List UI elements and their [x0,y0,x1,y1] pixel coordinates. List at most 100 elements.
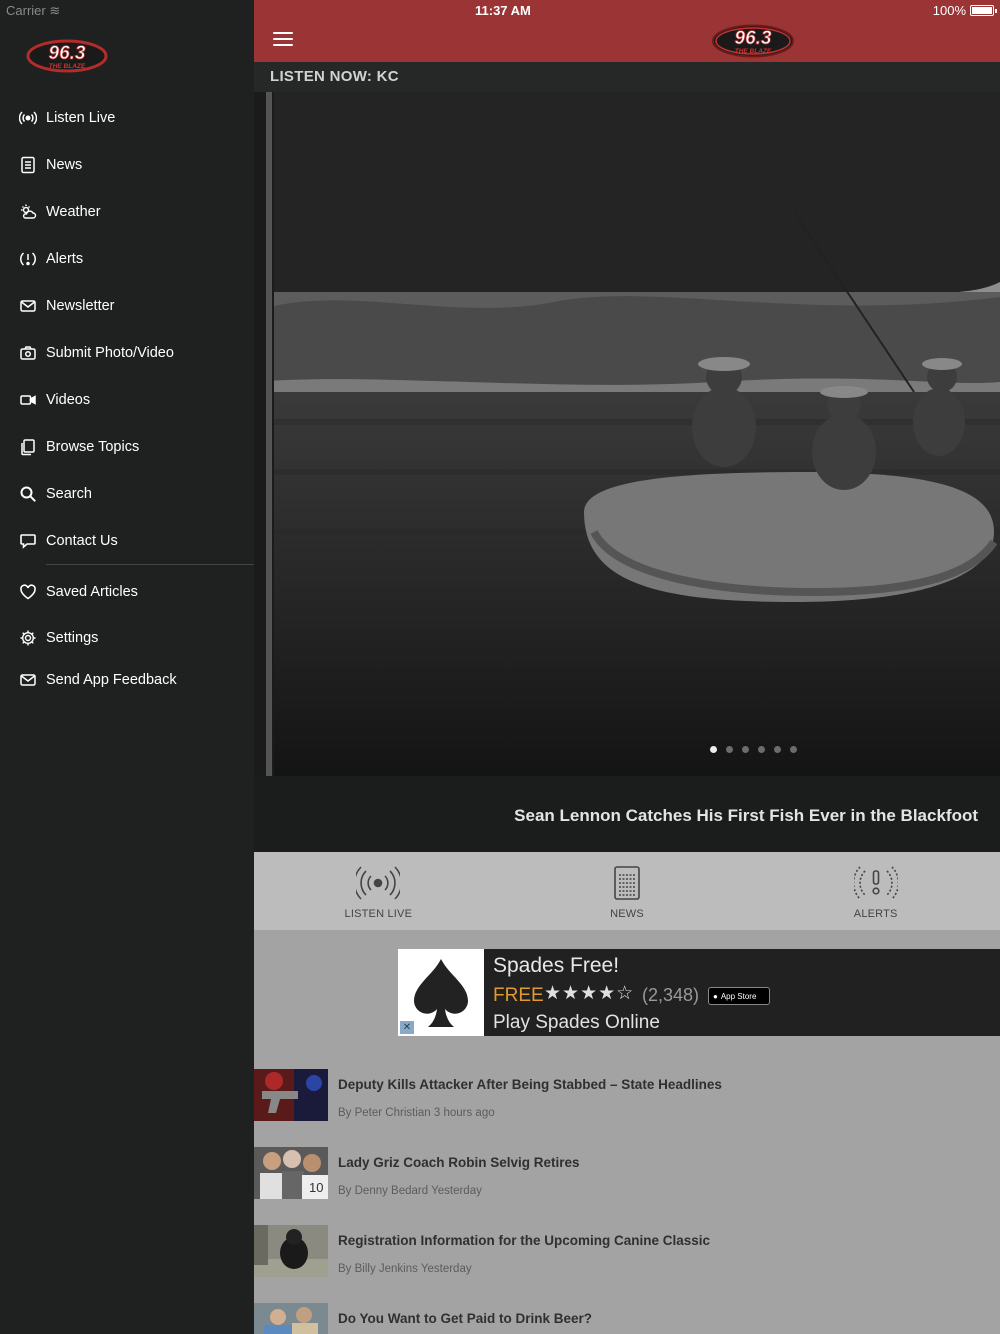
article-title: Deputy Kills Attacker After Being Stabbe… [338,1077,722,1092]
hero-image [254,92,1000,776]
broadcast-icon [19,109,37,127]
sidebar-item-submit-photo-video[interactable]: Submit Photo/Video [0,329,254,376]
hero-slideshow[interactable] [254,92,1000,776]
app-store-badge[interactable]: ● App Store [708,987,770,1005]
document-icon [614,866,640,900]
slide-dot[interactable] [758,746,765,753]
status-time: 11:37 AM [475,3,531,18]
wifi-icon: ≋ [49,3,61,18]
weather-icon [19,203,37,221]
article-row[interactable]: 10 Lady Griz Coach Robin Selvig Retires … [254,1147,1000,1211]
chat-icon [19,532,37,550]
sidebar-item-alerts[interactable]: Alerts [0,235,254,282]
slide-dot[interactable] [790,746,797,753]
slide-dot[interactable] [726,746,733,753]
apple-icon: ● [713,991,718,1001]
sidebar-item-label: Alerts [46,250,84,267]
article-row[interactable]: Do You Want to Get Paid to Drink Beer? [254,1303,1000,1334]
sidebar-item-label: Browse Topics [46,438,140,455]
listen-now-label: LISTEN NOW: KC [270,68,399,85]
hero-caption-text: Sean Lennon Catches His First Fish Ever … [514,806,978,825]
gear-icon [19,629,37,647]
article-title: Lady Griz Coach Robin Selvig Retires [338,1155,580,1170]
status-carrier: Carrier ≋ [6,3,61,18]
svg-text:THE BLAZE: THE BLAZE [735,48,772,55]
sidebar-item-news[interactable]: News [0,141,254,188]
ad-subtitle: Play Spades Online [493,1012,660,1033]
battery-icon [970,5,997,16]
sidebar-divider [46,564,254,565]
article-thumbnail [254,1303,328,1334]
listen-now-bar[interactable]: LISTEN NOW: KC [254,62,1000,92]
sidebar-item-label: Listen Live [46,109,116,126]
sidebar-item-newsletter[interactable]: Newsletter [0,282,254,329]
article-thumbnail [254,1069,328,1121]
slide-dot[interactable] [774,746,781,753]
sidebar-item-search[interactable]: Search [0,470,254,517]
svg-text:THE BLAZE: THE BLAZE [49,63,86,70]
app-header: 96.3 THE BLAZE [254,0,1000,62]
hamburger-menu-icon[interactable] [273,32,293,48]
quick-news-button[interactable]: NEWS [503,852,752,930]
ad-price: FREE [493,985,544,1006]
camera-icon [19,344,37,362]
ad-title: Spades Free! [493,954,620,977]
article-row[interactable]: Deputy Kills Attacker After Being Stabbe… [254,1069,1000,1133]
heart-icon [19,583,37,601]
main-content: 96.3 THE BLAZE LISTEN NOW: KC Sean Lenno… [254,0,1000,1334]
svg-text:96.3: 96.3 [49,43,86,64]
slide-dot[interactable] [710,746,717,753]
document-icon [19,156,37,174]
sidebar-item-label: Videos [46,391,91,408]
slideshow-dots[interactable] [710,746,797,753]
ad-close-icon[interactable]: ✕ [400,1021,414,1034]
article-title: Registration Information for the Upcomin… [338,1233,711,1248]
station-logo[interactable]: 96.3 THE BLAZE [26,38,108,79]
sidebar-item-label: Weather [46,203,101,220]
header-logo[interactable]: 96.3 THE BLAZE [711,22,795,65]
alert-icon [853,866,898,900]
alert-icon [19,250,37,268]
sidebar-item-settings[interactable]: Settings [0,617,254,659]
ad-banner[interactable]: ✕ Spades Free! FREE ★★★★☆ (2,348) ● App … [398,949,1000,1036]
sidebar-item-label: Contact Us [46,532,118,549]
pages-icon [19,438,37,456]
sidebar-item-label: Newsletter [46,297,115,314]
hero-caption[interactable]: Sean Lennon Catches His First Fish Ever … [254,776,1000,852]
article-meta: By Billy Jenkins Yesterday [338,1263,472,1275]
quick-label: ALERTS [853,908,898,920]
sidebar-item-send-app-feedback[interactable]: Send App Feedback [0,659,254,701]
quick-listen-live-button[interactable]: LISTEN LIVE [254,852,503,930]
sidebar-item-label: Settings [46,630,99,646]
article-thumbnail: 10 [254,1147,328,1199]
sidebar-item-videos[interactable]: Videos [0,376,254,423]
sidebar-item-label: Send App Feedback [46,672,177,688]
sidebar-item-label: Submit Photo/Video [46,344,174,361]
article-thumbnail [254,1225,328,1277]
sidebar-item-listen-live[interactable]: Listen Live [0,94,254,141]
sidebar-item-browse-topics[interactable]: Browse Topics [0,423,254,470]
ad-rating-count: (2,348) [642,985,700,1005]
article-row[interactable]: Registration Information for the Upcomin… [254,1225,1000,1289]
ad-rating-stars: ★★★★☆ [544,983,635,1004]
quick-alerts-button[interactable]: ALERTS [751,852,1000,930]
article-title: Do You Want to Get Paid to Drink Beer? [338,1311,593,1326]
sidebar-item-label: Saved Articles [46,584,138,600]
video-icon [19,391,37,409]
article-meta: By Peter Christian 3 hours ago [338,1107,495,1119]
sidebar-item-label: Search [46,485,92,502]
quick-label: LISTEN LIVE [344,908,413,920]
broadcast-icon [356,866,401,900]
sidebar-item-weather[interactable]: Weather [0,188,254,235]
sidebar: 96.3 THE BLAZE Listen Live News Weather [0,0,254,1334]
sidebar-item-contact-us[interactable]: Contact Us [0,517,254,564]
svg-text:96.3: 96.3 [735,28,772,49]
slide-dot[interactable] [742,746,749,753]
quick-label: NEWS [610,908,644,920]
sidebar-item-saved-articles[interactable]: Saved Articles [0,567,254,617]
quick-actions-bar: LISTEN LIVE NEWS ALERTS [254,852,1000,930]
status-battery: 100% [933,3,997,18]
article-meta: By Denny Bedard Yesterday [338,1185,482,1197]
mail-icon [19,297,37,315]
search-icon [19,485,37,503]
